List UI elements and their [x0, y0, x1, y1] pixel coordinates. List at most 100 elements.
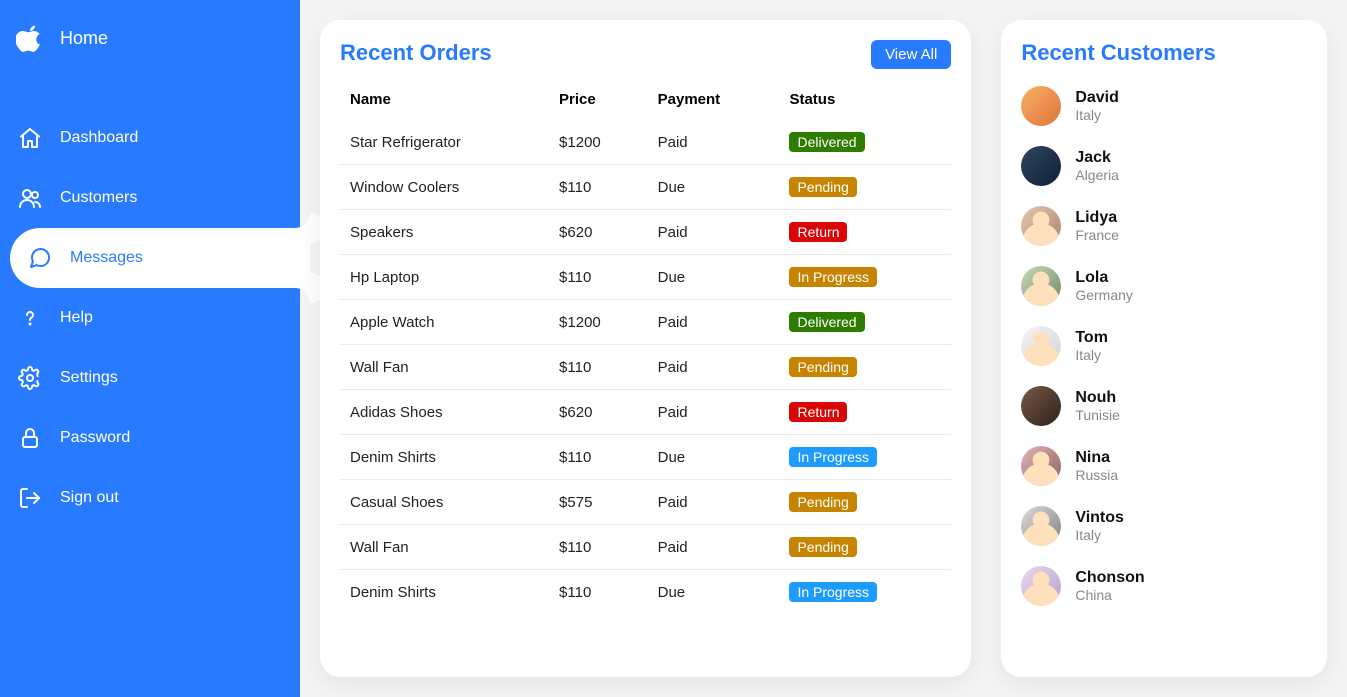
cell-name: Apple Watch — [340, 300, 549, 345]
recent-orders-card: Recent Orders View All Name Price Paymen… — [320, 20, 971, 677]
cell-status: Pending — [779, 480, 951, 525]
avatar — [1021, 326, 1061, 366]
sidebar-item-label: Messages — [70, 249, 143, 267]
sidebar-item-label: Sign out — [60, 489, 119, 507]
customer-name: Tom — [1075, 328, 1108, 347]
signout-icon — [0, 468, 60, 528]
cell-price: $110 — [549, 165, 648, 210]
cell-payment: Due — [648, 435, 780, 480]
customer-item[interactable]: LidyaFrance — [1021, 196, 1307, 256]
sidebar-item-label: Settings — [60, 369, 118, 387]
customer-country: China — [1075, 587, 1144, 604]
avatar — [1021, 506, 1061, 546]
chat-icon — [10, 228, 70, 288]
customer-name: Jack — [1075, 148, 1119, 167]
col-price: Price — [549, 79, 648, 120]
cell-payment: Paid — [648, 120, 780, 165]
status-badge: Delivered — [789, 312, 864, 332]
table-row[interactable]: Star Refrigerator$1200Paid Delivered — [340, 120, 951, 165]
nav-list: Home Dashboard Customers Messages Help Setti… — [0, 0, 300, 528]
status-badge: Delivered — [789, 132, 864, 152]
cell-payment: Paid — [648, 480, 780, 525]
apple-logo-icon — [0, 8, 60, 68]
customer-info: VintosItaly — [1075, 508, 1124, 544]
sidebar-item-sign out[interactable]: Sign out — [0, 468, 300, 528]
customer-name: Nouh — [1075, 388, 1120, 407]
status-badge: In Progress — [789, 267, 877, 287]
cell-payment: Paid — [648, 525, 780, 570]
customers-list: DavidItalyJackAlgeriaLidyaFranceLolaGerm… — [1021, 76, 1307, 616]
customer-name: Lola — [1075, 268, 1133, 287]
table-row[interactable]: Wall Fan$110PaidPending — [340, 345, 951, 390]
cell-status: Delivered — [779, 120, 951, 165]
status-badge: Pending — [789, 357, 856, 377]
status-badge: Pending — [789, 177, 856, 197]
customer-info: TomItaly — [1075, 328, 1108, 364]
cell-price: $620 — [549, 390, 648, 435]
table-row[interactable]: Speakers$620PaidReturn — [340, 210, 951, 255]
customer-item[interactable]: NinaRussia — [1021, 436, 1307, 496]
customer-name: Chonson — [1075, 568, 1144, 587]
table-row[interactable]: Wall Fan$110PaidPending — [340, 525, 951, 570]
table-row[interactable]: Denim Shirts$110DueIn Progress — [340, 570, 951, 615]
cell-name: Denim Shirts — [340, 570, 549, 615]
status-badge: Pending — [789, 492, 856, 512]
table-row[interactable]: Apple Watch$1200PaidDelivered — [340, 300, 951, 345]
orders-header-row: Name Price Payment Status — [340, 79, 951, 120]
orders-header: Recent Orders View All — [340, 40, 951, 69]
sidebar-item-settings[interactable]: Settings — [0, 348, 300, 408]
customer-country: France — [1075, 227, 1119, 244]
cell-name: Casual Shoes — [340, 480, 549, 525]
sidebar-item-label: Password — [60, 429, 130, 447]
table-row[interactable]: Casual Shoes$575PaidPending — [340, 480, 951, 525]
customer-country: Italy — [1075, 527, 1124, 544]
customer-item[interactable]: ChonsonChina — [1021, 556, 1307, 616]
customer-name: Vintos — [1075, 508, 1124, 527]
customer-name: David — [1075, 88, 1119, 107]
sidebar-item-customers[interactable]: Customers — [0, 168, 300, 228]
cell-price: $110 — [549, 255, 648, 300]
customer-item[interactable]: DavidItaly — [1021, 76, 1307, 136]
sidebar-item-label: Customers — [60, 189, 137, 207]
sidebar-item-messages[interactable]: Messages — [10, 228, 310, 288]
sidebar-item-label: Help — [60, 309, 93, 327]
help-icon — [0, 288, 60, 348]
cell-name: Star Refrigerator — [340, 120, 549, 165]
table-row[interactable]: Adidas Shoes$620PaidReturn — [340, 390, 951, 435]
main: Recent Orders View All Name Price Paymen… — [300, 0, 1347, 697]
customer-info: NouhTunisie — [1075, 388, 1120, 424]
cell-status: In Progress — [779, 255, 951, 300]
customer-item[interactable]: TomItaly — [1021, 316, 1307, 376]
view-all-button[interactable]: View All — [871, 40, 951, 69]
customer-info: JackAlgeria — [1075, 148, 1119, 184]
orders-title: Recent Orders — [340, 40, 492, 66]
cell-name: Wall Fan — [340, 345, 549, 390]
customer-item[interactable]: LolaGermany — [1021, 256, 1307, 316]
customer-item[interactable]: VintosItaly — [1021, 496, 1307, 556]
sidebar-item-help[interactable]: Help — [0, 288, 300, 348]
recent-customers-card: Recent Customers DavidItalyJackAlgeriaLi… — [1001, 20, 1327, 677]
table-row[interactable]: Denim Shirts$110DueIn Progress — [340, 435, 951, 480]
col-payment: Payment — [648, 79, 780, 120]
cell-price: $110 — [549, 435, 648, 480]
brand-label: Home — [60, 28, 108, 49]
customer-item[interactable]: JackAlgeria — [1021, 136, 1307, 196]
sidebar-item-label: Dashboard — [60, 129, 138, 147]
status-badge: Return — [789, 402, 847, 422]
cell-price: $1200 — [549, 300, 648, 345]
table-row[interactable]: Window Coolers$110DuePending — [340, 165, 951, 210]
customer-item[interactable]: NouhTunisie — [1021, 376, 1307, 436]
customer-country: Russia — [1075, 467, 1118, 484]
cell-price: $1200 — [549, 120, 648, 165]
cell-status: Pending — [779, 165, 951, 210]
sidebar-item-dashboard[interactable]: Dashboard — [0, 108, 300, 168]
cell-name: Window Coolers — [340, 165, 549, 210]
sidebar-brand[interactable]: Home — [0, 8, 300, 108]
table-row[interactable]: Hp Laptop$110DueIn Progress — [340, 255, 951, 300]
avatar — [1021, 146, 1061, 186]
home-icon — [0, 108, 60, 168]
customer-country: Italy — [1075, 107, 1119, 124]
sidebar-item-password[interactable]: Password — [0, 408, 300, 468]
gear-icon — [0, 348, 60, 408]
avatar — [1021, 266, 1061, 306]
